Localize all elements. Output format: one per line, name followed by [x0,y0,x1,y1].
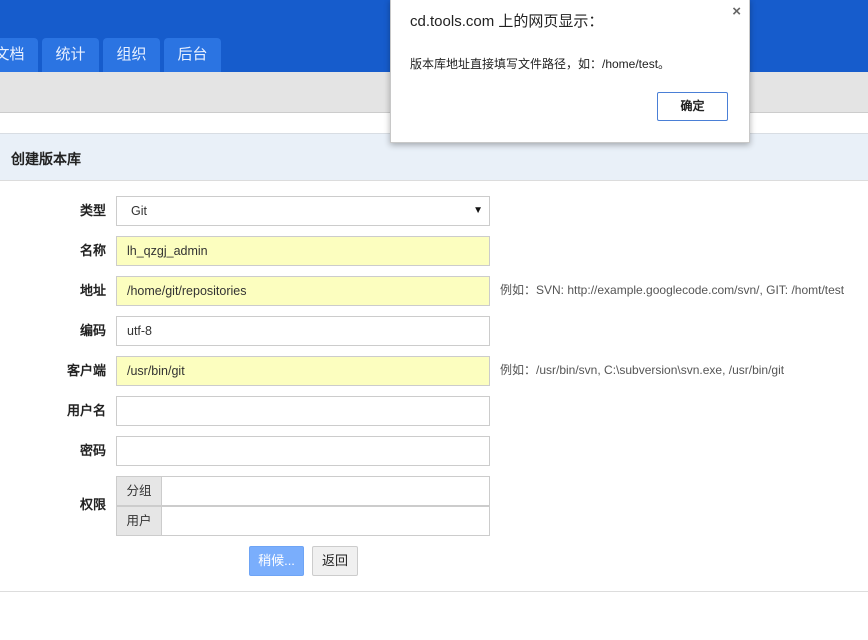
alert-dialog: cd.tools.com 上的网页显示： × 版本库地址直接填写文件路径，如：/… [390,0,750,143]
path-input[interactable]: /home/git/repositories [116,276,490,306]
type-label: 类型 [79,203,106,218]
username-input[interactable] [116,396,490,426]
name-input[interactable]: lh_qzgj_admin [116,236,490,266]
divider [0,591,868,592]
encoding-label: 编码 [79,323,106,338]
acl-label: 权限 [79,497,106,512]
chevron-down-icon: ▼ [473,205,483,216]
nav-tab-docs[interactable]: 文档 [0,38,38,72]
close-icon[interactable]: × [732,3,741,20]
ok-button[interactable]: 确定 [657,92,728,121]
acl-user-input[interactable] [161,506,490,536]
page-title: 创建版本库 [11,151,81,167]
password-input[interactable] [116,436,490,466]
path-label: 地址 [79,283,106,298]
dialog-title: cd.tools.com 上的网页显示： [410,13,604,30]
encoding-input[interactable]: utf-8 [116,316,490,346]
type-select-value: Git [131,204,147,218]
submit-button[interactable]: 稍候... [249,546,304,576]
acl-group-addon: 分组 [116,476,162,506]
path-help: 例如：SVN: http://example.googlecode.com/sv… [500,283,845,297]
client-input[interactable]: /usr/bin/git [116,356,490,386]
acl-group-input[interactable] [161,476,490,506]
name-label: 名称 [79,243,106,258]
acl-user-addon: 用户 [116,506,162,536]
client-help: 例如：/usr/bin/svn, C:\subversion\svn.exe, … [500,363,785,377]
dialog-message: 版本库地址直接填写文件路径，如：/home/test。 [410,57,671,71]
nav-tab-org[interactable]: 组织 [103,38,160,72]
nav-tab-admin[interactable]: 后台 [164,38,221,72]
back-button[interactable]: 返回 [312,546,358,576]
type-select[interactable]: Git ▼ [116,196,490,226]
username-label: 用户名 [66,403,106,418]
client-label: 客户端 [66,363,106,378]
nav-tab-stats[interactable]: 统计 [42,38,99,72]
password-label: 密码 [79,443,106,458]
